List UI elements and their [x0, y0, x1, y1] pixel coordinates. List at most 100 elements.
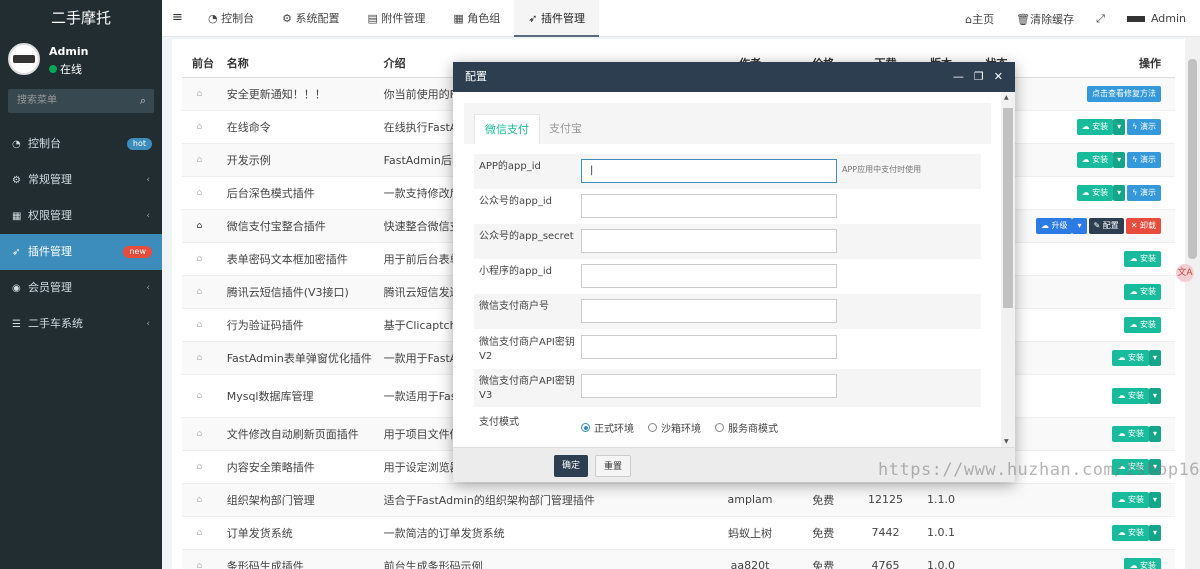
addon-operations: ☁ 安装 [1023, 275, 1175, 309]
mode-provider-radio[interactable]: 服务商模式 [715, 420, 778, 435]
frontend-home-icon[interactable]: ⌂ [182, 77, 217, 111]
menu-toggle-icon[interactable]: ≡ [172, 10, 183, 25]
fullscreen-icon[interactable]: ⤢ [1096, 12, 1105, 26]
frontend-home-icon[interactable]: ⌂ [182, 176, 217, 210]
mp-appid-input[interactable] [581, 194, 837, 218]
chevron-down-icon[interactable]: ▾ [1148, 524, 1161, 541]
addon-operations: ☁ 安装 [1023, 308, 1175, 342]
close-icon[interactable]: ✕ [994, 62, 1003, 92]
demo-button[interactable]: ϟ 演示 [1127, 118, 1161, 135]
config-button[interactable]: ✎ 配置 [1088, 217, 1124, 234]
scrollbar-thumb[interactable] [1188, 59, 1197, 259]
admin-menu[interactable]: Admin [1126, 12, 1186, 25]
mp-app-secret-input[interactable] [581, 229, 837, 253]
api-key-v2-input[interactable] [581, 335, 837, 359]
miniapp-appid-input[interactable] [581, 264, 837, 288]
sidebar-item-dashboard[interactable]: ◔ 控制台 hot [0, 126, 162, 162]
frontend-home-icon[interactable]: ⌂ [182, 308, 217, 342]
sidebar-item-used-cars[interactable]: ☰ 二手车系统 ‹ [0, 306, 162, 342]
tab-role-group[interactable]: ▦ 角色组 [439, 0, 514, 37]
install-button[interactable]: ☁ 安装 [1124, 283, 1161, 300]
install-button[interactable]: ☁ 安装 [1112, 387, 1149, 404]
install-button[interactable]: ☁ 安装 [1076, 151, 1114, 168]
frontend-home-icon[interactable]: ⌂ [182, 341, 217, 375]
install-button[interactable]: ☁ 安装 [1112, 524, 1149, 541]
chevron-down-icon[interactable]: ▾ [1148, 491, 1161, 508]
install-button[interactable]: ☁ 安装 [1112, 349, 1149, 366]
tab-system-config[interactable]: ⚙ 系统配置 [268, 0, 353, 37]
install-button[interactable]: ☁ 安装 [1076, 184, 1114, 201]
chevron-down-icon[interactable]: ▾ [1113, 184, 1126, 201]
frontend-home-icon[interactable]: ⌂ [182, 374, 217, 418]
install-button[interactable]: ☁ 安装 [1124, 557, 1161, 569]
uninstall-button[interactable]: ✕ 卸载 [1125, 217, 1161, 234]
install-button[interactable]: ☁ 安装 [1112, 425, 1149, 442]
payment-tabs: 微信支付 支付宝 [464, 103, 991, 144]
confirm-button[interactable]: 确定 [554, 455, 589, 477]
col-name[interactable]: 名称 [216, 49, 374, 78]
frontend-home-icon[interactable]: ⌂ [182, 143, 217, 177]
tab-addons[interactable]: ➶ 插件管理 [514, 0, 599, 37]
frontend-home-icon[interactable]: ⌂ [182, 483, 217, 517]
frontend-home-icon[interactable]: ⌂ [182, 110, 217, 144]
addon-name: 文件修改自动刷新页面插件 [216, 417, 374, 451]
sidebar-item-auth[interactable]: ▦ 权限管理 ‹ [0, 198, 162, 234]
frontend-home-icon[interactable]: ⌂ [182, 450, 217, 484]
chevron-down-icon[interactable]: ▾ [1113, 151, 1126, 168]
user-panel: Admin 在线 [0, 37, 162, 89]
form-row: 公众号的app_secret [474, 224, 981, 259]
user-status: 在线 [49, 61, 82, 77]
demo-button[interactable]: ϟ 演示 [1127, 184, 1161, 201]
home-link[interactable]: ⌂主页 [965, 11, 994, 27]
page-scrollbar[interactable] [1185, 37, 1200, 569]
clear-cache-button[interactable]: 🗑清除缓存 [1016, 11, 1074, 27]
frontend-home-icon[interactable]: ⌂ [182, 242, 217, 276]
sidebar-item-addons[interactable]: ➶ 插件管理 new [0, 234, 162, 270]
translate-icon[interactable]: 文A [1176, 264, 1194, 282]
table-row: ⌂ 订单发货系统 一款简洁的订单发货系统 蚂蚁上树 免费 7442 1.0.1 ☁ 安装 ▾ [182, 516, 1175, 550]
install-button[interactable]: ☁ 安装 [1112, 491, 1149, 508]
minimize-icon[interactable]: — [953, 62, 964, 92]
frontend-home-icon[interactable]: ⌂ [182, 549, 217, 569]
maximize-icon[interactable]: ❐ [974, 62, 984, 92]
scrollbar-thumb[interactable] [1003, 108, 1013, 308]
chevron-down-icon[interactable]: ▾ [1148, 387, 1161, 404]
frontend-home-icon[interactable]: ⌂ [182, 417, 217, 451]
app-appid-input[interactable]: | [581, 159, 837, 183]
fix-info-button[interactable]: 点击查看修复方法 [1087, 85, 1161, 102]
chevron-down-icon[interactable]: ▾ [1148, 425, 1161, 442]
col-frontend[interactable]: 前台 [182, 49, 217, 78]
tab-alipay[interactable]: 支付宝 [539, 114, 592, 144]
reset-button[interactable]: 重置 [595, 455, 632, 477]
install-button[interactable]: ☁ 安装 [1124, 250, 1161, 267]
frontend-home-icon[interactable]: ⌂ [182, 516, 217, 550]
gear-icon: ⚙ [282, 12, 296, 25]
tab-wechat-pay[interactable]: 微信支付 [474, 114, 540, 144]
brand-logo[interactable]: 二手摩托 [0, 0, 162, 37]
demo-button[interactable]: ϟ 演示 [1127, 151, 1161, 168]
sidebar-item-members[interactable]: ◉ 会员管理 ‹ [0, 270, 162, 306]
api-key-v3-input[interactable] [581, 374, 837, 398]
scroll-down-icon[interactable]: ▼ [1004, 438, 1009, 445]
sidebar-item-general[interactable]: ⚙ 常规管理 ‹ [0, 162, 162, 198]
frontend-home-icon[interactable]: ⌂ [182, 275, 217, 309]
install-button[interactable]: ☁ 安装 [1076, 118, 1114, 135]
search-icon[interactable]: ⌕ [140, 89, 146, 113]
mode-production-radio[interactable]: 正式环境 [581, 420, 634, 435]
chevron-down-icon[interactable]: ▾ [1113, 118, 1126, 135]
install-button[interactable]: ☁ 安装 [1124, 316, 1161, 333]
modal-body: 微信支付 支付宝 APP的app_id | APP应用中支付时使用 公众号的ap… [453, 92, 1015, 447]
chevron-down-icon[interactable]: ▾ [1148, 349, 1161, 366]
mode-sandbox-radio[interactable]: 沙箱环境 [648, 420, 701, 435]
merchant-id-input[interactable] [581, 299, 837, 323]
frontend-home-icon[interactable]: ⌂ [182, 209, 217, 243]
rocket-icon: ➶ [12, 247, 21, 258]
menu-search-input[interactable]: 搜索菜单 ⌕ [8, 89, 154, 113]
tab-dashboard[interactable]: ◔ 控制台 [194, 0, 268, 37]
upgrade-button[interactable]: ☁ 升级 [1035, 217, 1073, 234]
chevron-down-icon[interactable]: ▾ [1072, 217, 1087, 234]
tab-attachments[interactable]: ▤ 附件管理 [353, 0, 439, 37]
scroll-up-icon[interactable]: ▲ [1004, 94, 1009, 101]
hot-badge: hot [126, 138, 152, 150]
modal-scrollbar[interactable]: ▲ ▼ [1001, 92, 1015, 447]
